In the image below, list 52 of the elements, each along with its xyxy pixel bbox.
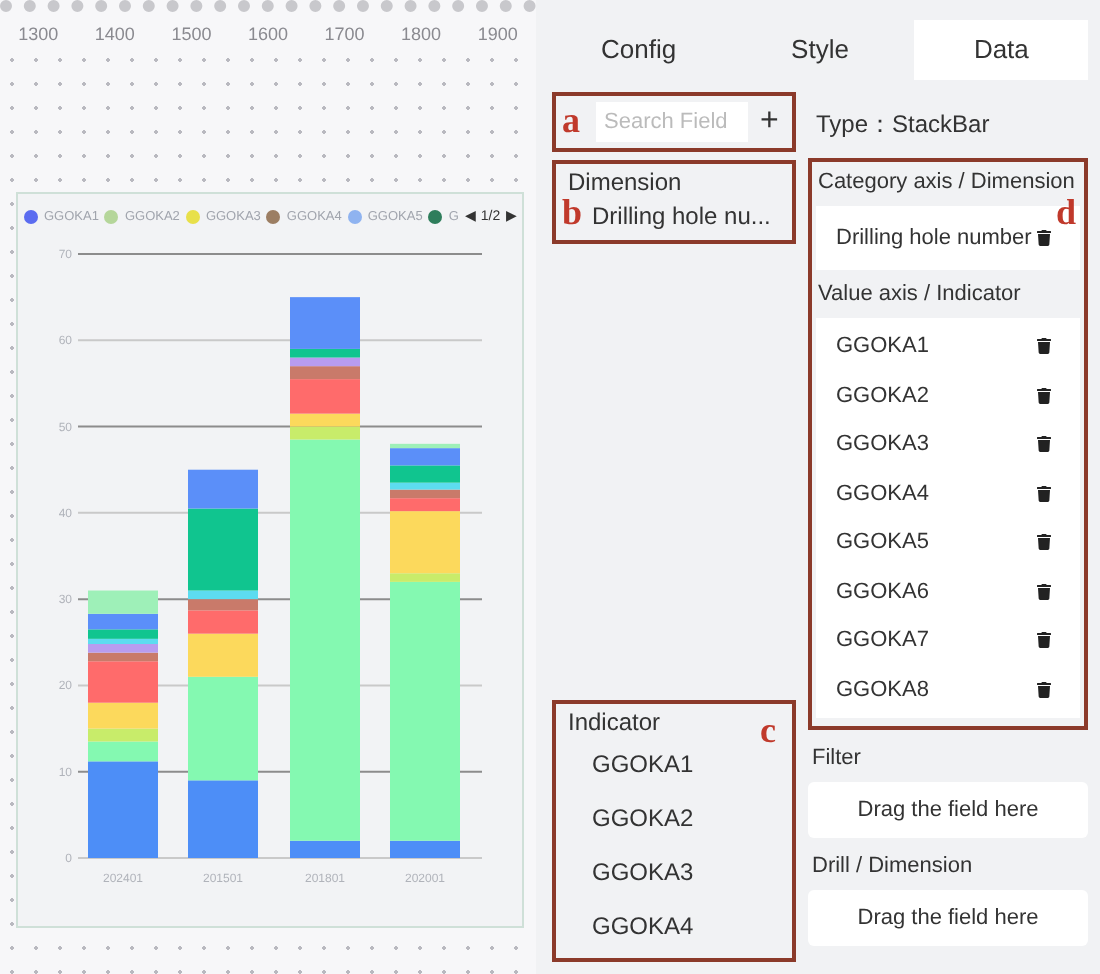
section-title: Drill / Dimension (810, 852, 975, 882)
section-title: Category axis / Dimension (816, 168, 1077, 198)
field-item[interactable]: GGOKA3 (836, 432, 929, 457)
ruler-label: 1900 (477, 24, 518, 44)
field-item[interactable]: GGOKA7 (836, 628, 929, 653)
delete-icon[interactable] (1036, 230, 1052, 246)
field-item[interactable]: GGOKA8 (836, 677, 929, 702)
field-item[interactable]: GGOKA3 (592, 848, 694, 898)
delete-icon[interactable] (1036, 632, 1052, 649)
ruler-label: 1600 (247, 24, 288, 44)
bar-segment (188, 780, 258, 858)
drop-zone[interactable]: Drag the field here (808, 782, 1088, 838)
ruler-label: 1300 (18, 24, 59, 44)
ruler-label: 1400 (94, 24, 135, 44)
drop-zone[interactable]: Drag the field here (808, 890, 1088, 946)
section-title: Filter (810, 744, 863, 774)
tab[interactable]: Style (733, 20, 907, 80)
tab[interactable]: Config (552, 20, 726, 80)
annotation-letter: c (760, 712, 776, 748)
delete-icon[interactable] (1036, 436, 1052, 453)
annotation-letter: a (562, 102, 580, 138)
add-button[interactable]: + (756, 106, 783, 138)
field-item[interactable]: GGOKA2 (836, 383, 929, 408)
delete-icon[interactable] (1036, 387, 1052, 404)
annotation-letter: d (1055, 194, 1076, 230)
field-item[interactable]: GGOKA4 (592, 902, 694, 952)
ruler-label: 1500 (171, 24, 212, 44)
section-title: Value axis / Indicator (816, 280, 1023, 310)
delete-icon[interactable] (1036, 485, 1052, 502)
search-field[interactable]: Search Field (596, 102, 748, 142)
chart-type: Type：StackBar (814, 108, 992, 142)
field-item[interactable]: GGOKA4 (836, 481, 929, 506)
delete-icon[interactable] (1036, 338, 1052, 355)
drop-hint: Drag the field here (857, 798, 1039, 822)
field-item[interactable]: Drilling hole nu... (592, 200, 771, 234)
ruler-label: 1700 (324, 24, 365, 44)
delete-icon[interactable] (1036, 583, 1052, 600)
section-title: Dimension (568, 168, 682, 196)
field-item[interactable]: GGOKA5 (836, 530, 929, 555)
delete-icon[interactable] (1036, 681, 1052, 698)
ruler-label: 1800 (401, 24, 442, 44)
field-item[interactable]: GGOKA6 (836, 579, 929, 604)
field-item[interactable]: GGOKA2 (592, 794, 694, 844)
tab[interactable]: Data (914, 20, 1089, 80)
section-title: Indicator (568, 708, 661, 736)
drop-hint: Drag the field here (857, 906, 1039, 930)
annotation-letter: b (562, 194, 583, 230)
field-item[interactable]: GGOKA1 (592, 740, 694, 790)
field-item[interactable]: GGOKA1 (836, 334, 929, 359)
field-item[interactable]: Drilling hole number (836, 226, 1032, 250)
bar-segment (88, 590, 158, 614)
delete-icon[interactable] (1036, 534, 1052, 551)
